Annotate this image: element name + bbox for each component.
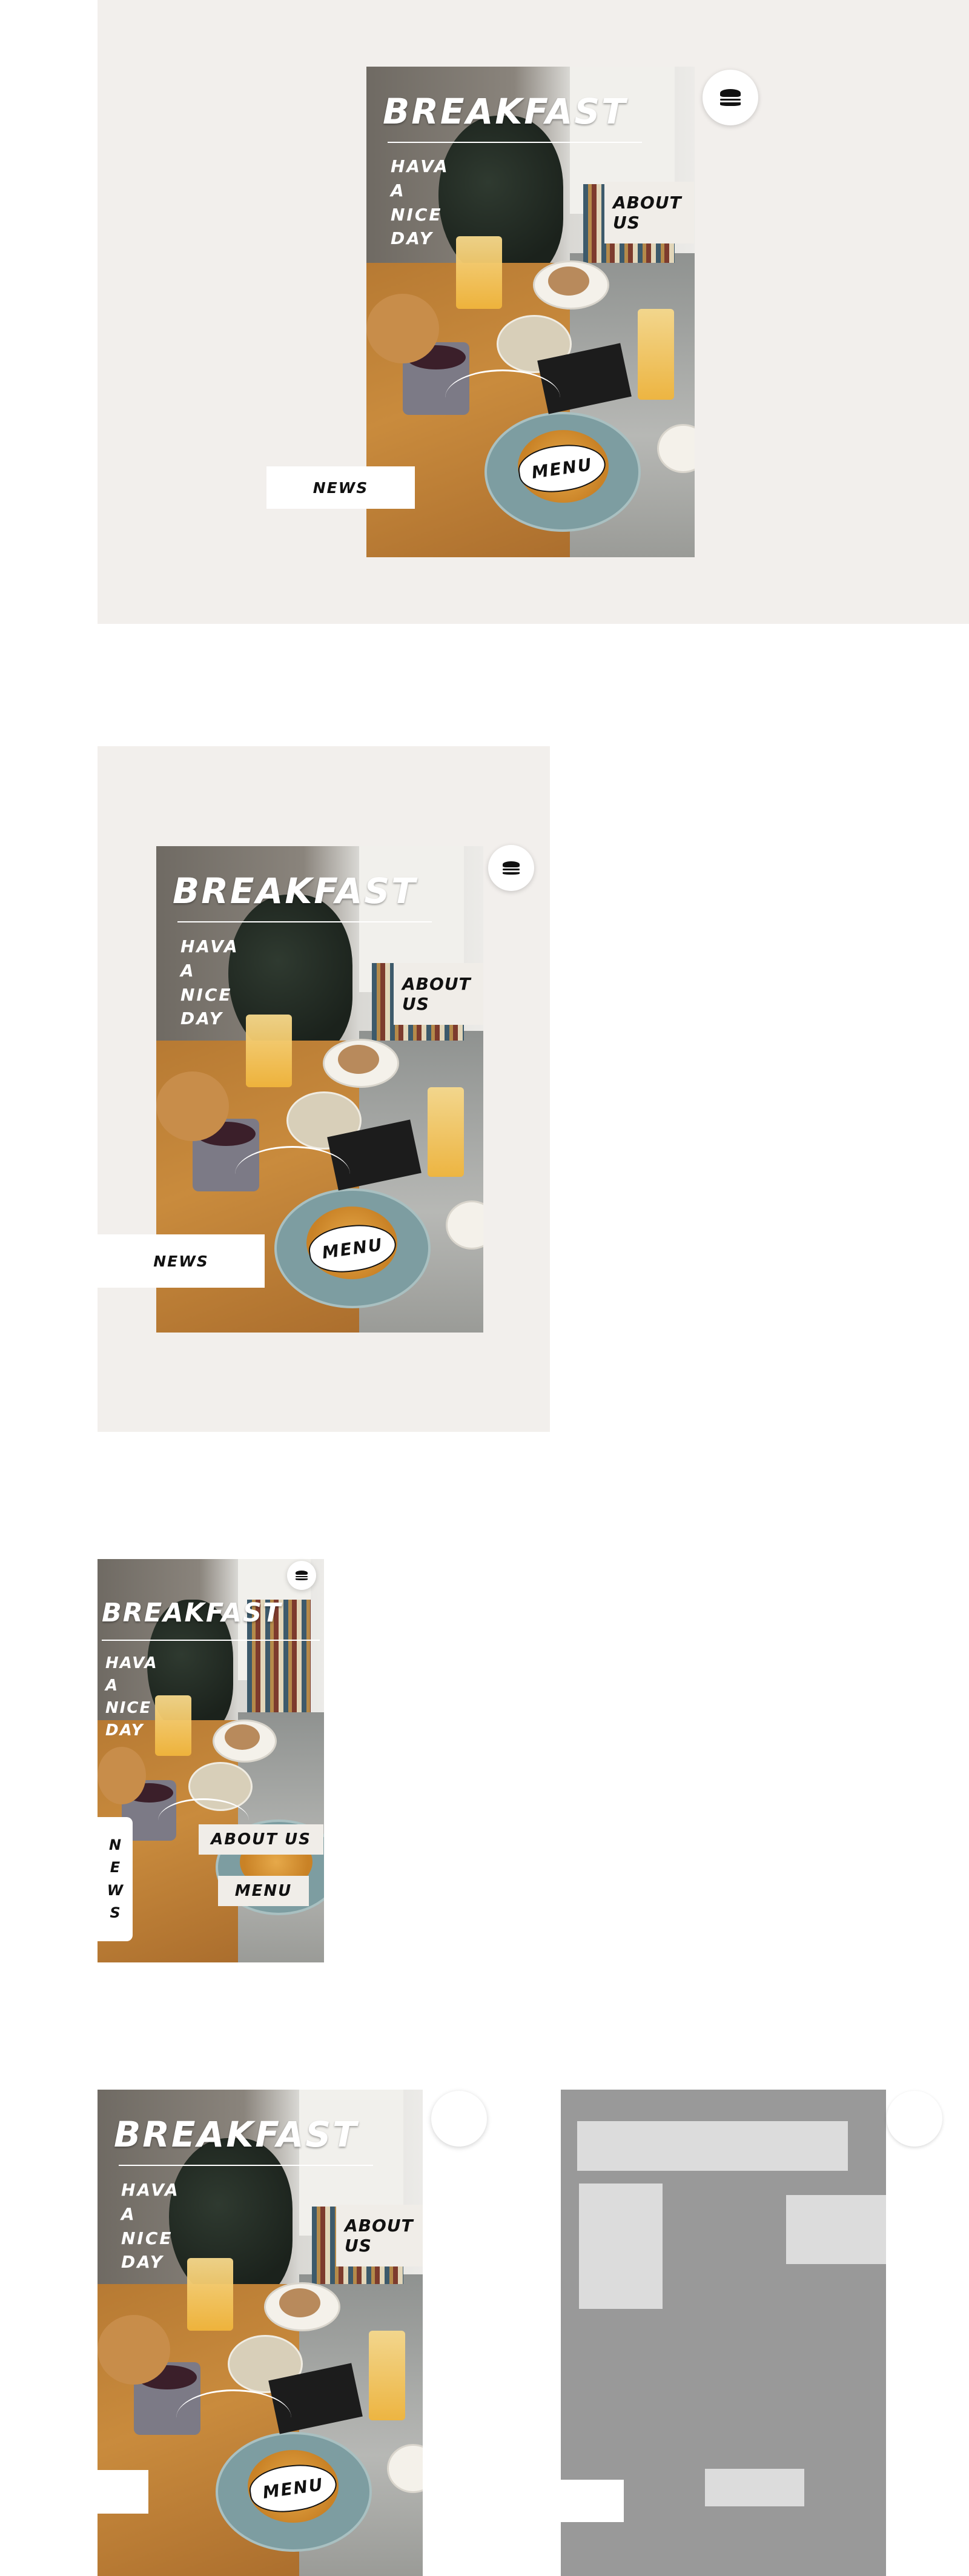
about-label-line: US <box>402 994 429 1014</box>
brand-title: BREAKFAST <box>102 1598 282 1628</box>
hamburger-menu-icon <box>503 861 520 875</box>
news-button[interactable]: N E W S <box>98 1817 133 1941</box>
brand-tagline: HAVA A NICE DAY <box>180 935 239 1031</box>
brand-tagline: HAVA A NICE DAY <box>391 154 449 251</box>
tagline-line: NICE <box>180 984 233 1005</box>
tagline-line: A <box>121 2204 136 2224</box>
tagline-line: HAVA <box>391 156 449 176</box>
tagline-line: NICE <box>121 2228 173 2248</box>
about-us-link[interactable]: ABOUT US <box>394 963 483 1025</box>
menu-toggle-button[interactable] <box>703 70 758 125</box>
wireframe-news-block <box>561 2480 624 2522</box>
menu-label: MENU <box>261 2474 325 2503</box>
menu-toggle-button[interactable] <box>431 2091 487 2147</box>
tagline-line: NICE <box>391 204 443 225</box>
news-button[interactable]: NEWS <box>266 466 415 509</box>
title-underline <box>388 142 642 143</box>
about-us-link[interactable]: ABOUT US <box>199 1824 323 1855</box>
brand-title: BREAKFAST <box>114 2114 359 2155</box>
hamburger-menu-icon <box>720 89 741 106</box>
brand-title: BREAKFAST <box>173 870 417 912</box>
about-us-link[interactable]: ABOUT US <box>336 2205 423 2266</box>
brand-tagline: HAVA A NICE DAY <box>121 2178 180 2274</box>
about-label-line: US <box>613 213 640 233</box>
news-letter: N <box>108 1836 122 1854</box>
title-underline <box>119 2165 373 2166</box>
menu-label: MENU <box>530 454 594 483</box>
about-label-line: US <box>345 2236 372 2256</box>
wireframe-title-block <box>577 2121 848 2171</box>
tagline-line: HAVA <box>121 2180 180 2200</box>
tagline-line: NICE <box>105 1698 152 1717</box>
tagline-line: DAY <box>391 228 434 249</box>
wireframe-menu-block <box>705 2469 804 2506</box>
news-button[interactable]: NEWS <box>98 1234 265 1288</box>
title-underline <box>177 921 432 922</box>
wireframe-tagline-block <box>579 2184 663 2309</box>
wireframe-about-block <box>786 2195 886 2264</box>
tagline-line: HAVA <box>180 936 239 956</box>
brand-tagline: HAVA A NICE DAY <box>105 1652 158 1742</box>
tagline-line: DAY <box>105 1721 144 1740</box>
wireframe-menu-toggle <box>887 2091 942 2147</box>
tagline-line: DAY <box>121 2252 164 2273</box>
tagline-line: A <box>391 180 406 200</box>
news-letter: E <box>110 1859 121 1876</box>
about-label-line: ABOUT <box>613 193 682 213</box>
menu-link[interactable]: MENU <box>218 1876 309 1906</box>
title-underline <box>102 1640 320 1641</box>
menu-toggle-button[interactable] <box>287 1561 316 1590</box>
tagline-line: HAVA <box>105 1654 158 1672</box>
news-letter: S <box>110 1904 121 1921</box>
menu-toggle-button[interactable] <box>488 845 534 891</box>
tagline-line: A <box>180 960 196 981</box>
news-button[interactable] <box>98 2470 148 2514</box>
about-label-line: ABOUT <box>345 2216 414 2236</box>
tagline-line: A <box>105 1676 119 1695</box>
news-letter: W <box>107 1881 124 1899</box>
about-us-link[interactable]: ABOUT US <box>604 182 694 243</box>
menu-label: MENU <box>320 1234 385 1263</box>
tagline-line: DAY <box>180 1008 223 1029</box>
brand-title: BREAKFAST <box>383 91 627 132</box>
about-label-line: ABOUT <box>402 974 471 994</box>
hamburger-menu-icon <box>296 1571 308 1580</box>
